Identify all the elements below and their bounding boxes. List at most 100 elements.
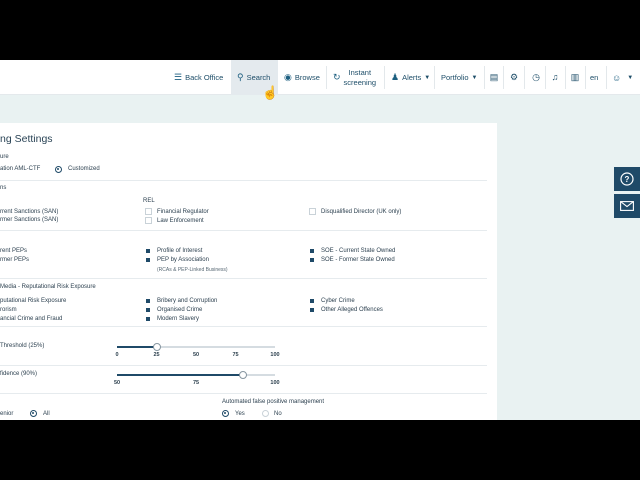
checked-checkbox[interactable] xyxy=(146,258,150,262)
news-icon[interactable]: ▥ xyxy=(569,71,581,83)
soe-current-label[interactable]: SOE - Current State Owned xyxy=(321,248,395,254)
eye-icon: ◉ xyxy=(284,72,292,82)
checked-checkbox[interactable] xyxy=(146,317,150,321)
page-title: ng Settings xyxy=(0,133,53,145)
disqualified-director-checkbox[interactable] xyxy=(309,208,316,215)
checked-checkbox[interactable] xyxy=(310,258,314,262)
yes-radio[interactable] xyxy=(222,410,229,417)
slider-tick-label: 100 xyxy=(270,352,280,358)
threshold-slider[interactable] xyxy=(117,343,275,351)
pep-by-association-label[interactable]: PEP by Association xyxy=(157,257,209,263)
question-icon: ? xyxy=(620,172,634,186)
confidence-label: fidence (90%) xyxy=(0,371,38,377)
profile-of-interest-label[interactable]: Profile of Interest xyxy=(157,248,202,254)
threshold-label: Threshold (25%) xyxy=(0,343,45,349)
checked-checkbox[interactable] xyxy=(146,308,150,312)
language-selector[interactable]: en xyxy=(590,60,598,95)
checked-checkbox[interactable] xyxy=(146,299,150,303)
terrorism-option[interactable]: rorism xyxy=(0,307,17,313)
checked-checkbox[interactable] xyxy=(310,308,314,312)
nav-divider xyxy=(606,66,607,89)
divider xyxy=(0,393,487,394)
contact-button[interactable] xyxy=(614,194,640,218)
nav-divider xyxy=(524,66,525,89)
app-frame: ☰ Back Office ⚲ Search ◉ Browse ↻ Instan… xyxy=(0,60,640,420)
financial-regulator-checkbox[interactable] xyxy=(145,208,152,215)
gear-icon[interactable]: ⚙ xyxy=(508,71,520,83)
nav-divider xyxy=(434,66,435,89)
nav-divider xyxy=(585,66,586,89)
back-office-link[interactable]: ☰ Back Office xyxy=(174,60,223,95)
bell-icon[interactable]: ♫ xyxy=(549,71,561,83)
other-offences-label[interactable]: Other Alleged Offences xyxy=(321,307,383,313)
clock-icon[interactable]: ◷ xyxy=(530,71,542,83)
divider xyxy=(0,365,487,366)
alerts-menu[interactable]: ♟ Alerts ▼ xyxy=(391,60,430,95)
help-button[interactable]: ? xyxy=(614,167,640,191)
top-navigation: ☰ Back Office ⚲ Search ◉ Browse ↻ Instan… xyxy=(0,60,640,95)
checked-checkbox[interactable] xyxy=(310,299,314,303)
current-peps-option[interactable]: rent PEPs xyxy=(0,248,27,254)
former-sanctions-option[interactable]: rmer Sanctions (SAN) xyxy=(0,217,58,223)
bribery-label[interactable]: Bribery and Corruption xyxy=(157,298,217,304)
nav-divider xyxy=(484,66,485,89)
slider-tick-label: 75 xyxy=(192,380,200,386)
law-enforcement-checkbox[interactable] xyxy=(145,217,152,224)
nav-divider xyxy=(545,66,546,89)
user-icon: ☺ xyxy=(612,72,622,83)
current-sanctions-option[interactable]: rrent Sanctions (SAN) xyxy=(0,209,58,215)
structure-label: ure xyxy=(0,154,9,160)
confidence-slider-fill xyxy=(117,374,244,376)
nav-divider xyxy=(326,66,327,89)
user-menu[interactable]: ☺ ▼ xyxy=(612,60,633,95)
media-label: Media - Reputational Risk Exposure xyxy=(0,284,96,290)
disqualified-director-label[interactable]: Disqualified Director (UK only) xyxy=(321,209,401,215)
confidence-slider[interactable] xyxy=(117,371,275,379)
no-radio[interactable] xyxy=(262,410,269,417)
modern-slavery-label[interactable]: Modern Slavery xyxy=(157,316,199,322)
rel-label: REL xyxy=(143,198,155,204)
nav-divider xyxy=(503,66,504,89)
checked-checkbox[interactable] xyxy=(146,249,150,253)
divider xyxy=(0,326,487,327)
confidence-slider-handle[interactable] xyxy=(239,371,248,379)
browse-link[interactable]: ◉ Browse xyxy=(284,60,320,95)
soe-former-label[interactable]: SOE - Former State Owned xyxy=(321,257,395,263)
all-radio[interactable] xyxy=(30,410,37,417)
financial-regulator-label[interactable]: Financial Regulator xyxy=(157,209,209,215)
financial-crime-option[interactable]: ancial Crime and Fraud xyxy=(0,316,62,322)
svg-text:?: ? xyxy=(625,175,630,184)
yes-label[interactable]: Yes xyxy=(235,411,245,417)
all-label[interactable]: All xyxy=(43,411,50,417)
slider-tick-label: 75 xyxy=(232,352,239,358)
slider-tick-label: 50 xyxy=(192,352,200,358)
chevron-down-icon: ▼ xyxy=(627,74,634,81)
slider-tick-label: 25 xyxy=(153,352,160,358)
divider xyxy=(0,180,487,181)
no-label[interactable]: No xyxy=(274,411,282,417)
reputational-risk-option[interactable]: putational Risk Exposure xyxy=(0,298,66,304)
checked-checkbox[interactable] xyxy=(310,249,314,253)
threshold-slider-handle[interactable] xyxy=(152,343,161,351)
chevron-down-icon: ▼ xyxy=(471,74,478,81)
hand-cursor-icon: ☝ xyxy=(262,85,279,100)
divider xyxy=(0,278,487,279)
slider-tick-label: 50 xyxy=(113,380,121,386)
search-icon: ⚲ xyxy=(237,72,244,82)
envelope-icon xyxy=(620,201,634,211)
refresh-icon: ↻ xyxy=(333,72,341,82)
law-enforcement-label[interactable]: Law Enforcement xyxy=(157,218,204,224)
former-peps-option[interactable]: rmer PEPs xyxy=(0,257,29,263)
customized-label[interactable]: Customized xyxy=(68,166,100,172)
nav-divider xyxy=(565,66,566,89)
document-icon[interactable]: ▤ xyxy=(488,71,500,83)
pep-by-association-note: (RCAs & PEP-Linked Business) xyxy=(157,267,228,273)
alert-icon: ♟ xyxy=(391,72,400,82)
slider-tick-label: 0 xyxy=(115,352,119,358)
cyber-crime-label[interactable]: Cyber Crime xyxy=(321,298,355,304)
customized-radio[interactable] xyxy=(55,166,62,173)
option-aml-ctf-label[interactable]: ation AML-CTF xyxy=(0,166,40,172)
portfolio-menu[interactable]: Portfolio ▼ xyxy=(441,60,477,95)
organised-crime-label[interactable]: Organised Crime xyxy=(157,307,202,313)
instant-screening-link[interactable]: ↻ Instant screening xyxy=(333,60,376,95)
